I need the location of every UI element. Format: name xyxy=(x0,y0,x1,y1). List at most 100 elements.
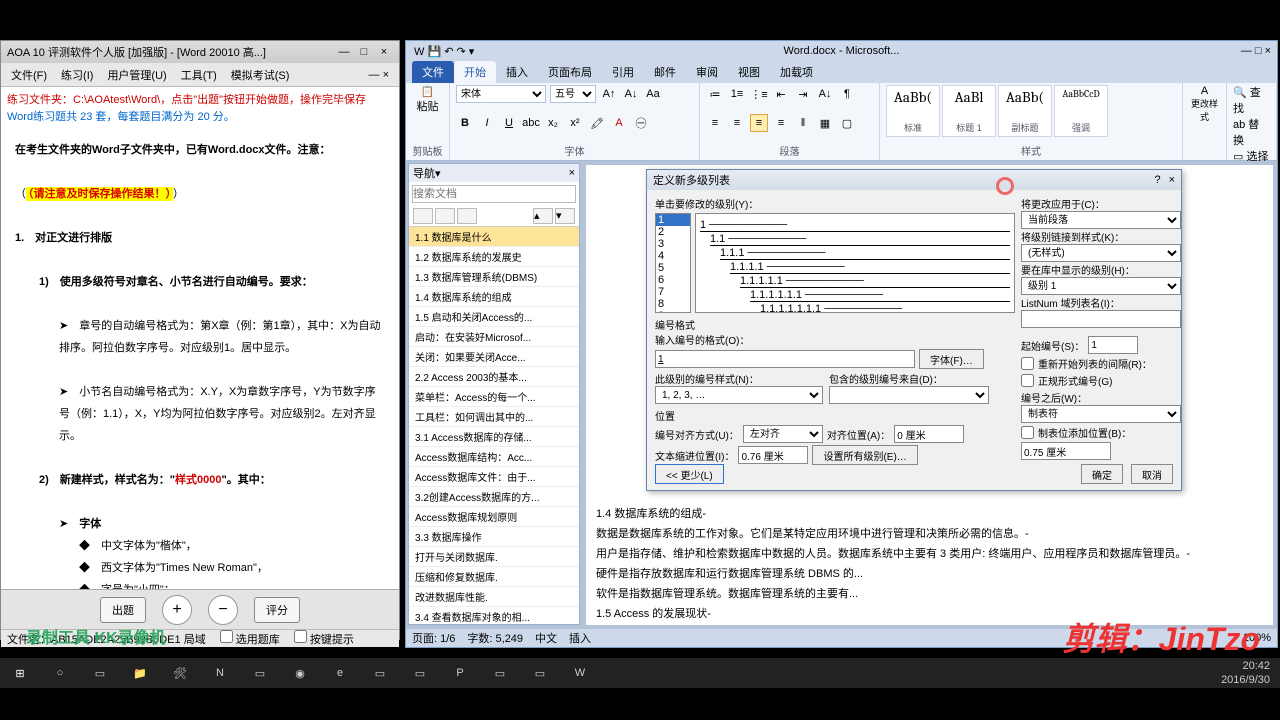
bold-button[interactable]: B xyxy=(456,114,474,132)
legal-numbering-checkbox[interactable] xyxy=(1021,374,1034,387)
nav-results-view-icon[interactable] xyxy=(457,208,477,224)
menu-practice[interactable]: 练习(I) xyxy=(55,65,99,85)
nav-down-icon[interactable]: ▾ xyxy=(555,208,575,224)
nav-headings-view-icon[interactable] xyxy=(413,208,433,224)
underline-button[interactable]: U xyxy=(500,114,518,132)
minimize-icon[interactable]: — xyxy=(335,46,353,58)
menu-tools[interactable]: 工具(T) xyxy=(175,65,223,85)
align-select[interactable]: 左对齐 xyxy=(743,425,823,443)
restart-checkbox[interactable] xyxy=(1021,357,1034,370)
tab-file[interactable]: 文件 xyxy=(412,61,454,83)
nav-item[interactable]: 1.4 数据库系统的组成 xyxy=(409,287,579,307)
show-marks-icon[interactable]: ¶ xyxy=(838,85,856,103)
use-bank-checkbox[interactable] xyxy=(220,630,233,643)
nav-item[interactable]: 菜单栏：Access的每一个... xyxy=(409,387,579,407)
tab-stop-checkbox[interactable] xyxy=(1021,426,1034,439)
question-button[interactable]: 出题 xyxy=(100,597,146,623)
nav-pages-view-icon[interactable] xyxy=(435,208,455,224)
superscript-button[interactable]: x² xyxy=(566,114,584,132)
app5-icon[interactable]: ▭ xyxy=(480,658,520,688)
tab-addins[interactable]: 加载项 xyxy=(770,61,823,83)
tab-layout[interactable]: 页面布局 xyxy=(538,61,602,83)
nav-item[interactable]: 1.5 启动和关闭Access的... xyxy=(409,307,579,327)
change-case-icon[interactable]: Aa xyxy=(644,85,662,103)
nav-item[interactable]: Access数据库结构：Acc... xyxy=(409,447,579,467)
nav-item[interactable]: 1.2 数据库系统的发展史 xyxy=(409,247,579,267)
taskview-icon[interactable]: ▭ xyxy=(80,658,120,688)
score-button[interactable]: 评分 xyxy=(254,597,300,623)
tab-insert[interactable]: 插入 xyxy=(496,61,538,83)
help-icon[interactable]: ? xyxy=(1154,174,1160,186)
explorer-icon[interactable]: 📁 xyxy=(120,658,160,688)
nav-item[interactable]: 改进数据库性能. xyxy=(409,587,579,607)
level-option[interactable]: 7 xyxy=(656,286,690,298)
shrink-font-icon[interactable]: A↓ xyxy=(622,85,640,103)
strike-button[interactable]: abc xyxy=(522,114,540,132)
minimize-icon[interactable]: — xyxy=(1241,45,1252,57)
subscript-button[interactable]: x₂ xyxy=(544,114,562,132)
cancel-button[interactable]: 取消 xyxy=(1131,464,1173,484)
word-taskbar-icon[interactable]: W xyxy=(560,658,600,688)
apply-to-select[interactable]: 当前段落 xyxy=(1021,211,1181,229)
nav-item[interactable]: 3.1 Access数据库的存储... xyxy=(409,427,579,447)
level-option[interactable]: 5 xyxy=(656,262,690,274)
numbering-icon[interactable]: 1≡ xyxy=(728,85,746,103)
ok-button[interactable]: 确定 xyxy=(1081,464,1123,484)
nav-item[interactable]: 工具栏：如何调出其中的... xyxy=(409,407,579,427)
nav-item[interactable]: 3.2创建Access数据库的方... xyxy=(409,487,579,507)
dialog-close-icon[interactable]: × xyxy=(1169,174,1175,186)
nav-item[interactable]: 1.3 数据库管理系统(DBMS) xyxy=(409,267,579,287)
align-justify-icon[interactable]: ≡ xyxy=(772,114,790,132)
edge-icon[interactable]: e xyxy=(320,658,360,688)
text-indent-input[interactable] xyxy=(738,446,808,464)
style-标题 1[interactable]: AaBl标题 1 xyxy=(942,85,996,137)
align-right-icon[interactable]: ≡ xyxy=(750,114,768,132)
nav-item[interactable]: 3.4 查看数据库对象的相... xyxy=(409,607,579,624)
indent-inc-icon[interactable]: ⇥ xyxy=(794,85,812,103)
bullets-icon[interactable]: ≔ xyxy=(706,85,724,103)
tab-home[interactable]: 开始 xyxy=(454,61,496,83)
menu-mock[interactable]: 模拟考试(S) xyxy=(225,65,296,85)
highlight-button[interactable]: 🖍 xyxy=(588,114,606,132)
follow-select[interactable]: 制表符 xyxy=(1021,405,1181,423)
number-style-select[interactable]: 1, 2, 3, … xyxy=(655,386,823,404)
zoom-out-button[interactable]: − xyxy=(208,595,238,625)
mdi-close-icon[interactable]: — × xyxy=(363,67,395,83)
align-left-icon[interactable]: ≡ xyxy=(706,114,724,132)
nav-item[interactable]: Access数据库文件：由于... xyxy=(409,467,579,487)
menu-user[interactable]: 用户管理(U) xyxy=(101,65,172,85)
nav-item[interactable]: 压缩和修复数据库. xyxy=(409,567,579,587)
system-clock[interactable]: 20:422016/9/30 xyxy=(1211,659,1280,687)
level-option[interactable]: 9 xyxy=(656,310,690,313)
char-border-icon[interactable]: ㊀ xyxy=(632,114,650,132)
grow-font-icon[interactable]: A↑ xyxy=(600,85,618,103)
shading-icon[interactable]: ▦ xyxy=(816,114,834,132)
tab-references[interactable]: 引用 xyxy=(602,61,644,83)
line-spacing-icon[interactable]: ‖ xyxy=(794,114,812,132)
app2-icon[interactable]: ▭ xyxy=(240,658,280,688)
close-icon[interactable]: × xyxy=(1265,45,1271,57)
nav-item[interactable]: 关闭：如果要关闭Acce... xyxy=(409,347,579,367)
include-level-select[interactable] xyxy=(829,386,989,404)
tab-mail[interactable]: 邮件 xyxy=(644,61,686,83)
onenote-icon[interactable]: N xyxy=(200,658,240,688)
powerpoint-icon[interactable]: P xyxy=(440,658,480,688)
paste-button[interactable]: 📋粘贴 xyxy=(412,85,443,114)
nav-item[interactable]: 打开与关闭数据库. xyxy=(409,547,579,567)
align-center-icon[interactable]: ≡ xyxy=(728,114,746,132)
show-level-select[interactable]: 级别 1 xyxy=(1021,277,1181,295)
level-option[interactable]: 8 xyxy=(656,298,690,310)
level-option[interactable]: 6 xyxy=(656,274,690,286)
replace-button[interactable]: ab 替换 xyxy=(1233,117,1270,149)
tab-stop-input[interactable] xyxy=(1021,442,1111,460)
nav-close-icon[interactable]: × xyxy=(569,167,575,179)
nav-item[interactable]: 1.1 数据库是什么 xyxy=(409,227,579,247)
change-styles-button[interactable]: A更改样式 xyxy=(1189,85,1220,123)
app6-icon[interactable]: ▭ xyxy=(520,658,560,688)
multilevel-icon[interactable]: ⋮≡ xyxy=(750,85,768,103)
tab-review[interactable]: 审阅 xyxy=(686,61,728,83)
level-option[interactable]: 2 xyxy=(656,226,690,238)
level-option[interactable]: 4 xyxy=(656,250,690,262)
nav-item[interactable]: 启动：在安装好Microsof... xyxy=(409,327,579,347)
font-size-select[interactable]: 五号 xyxy=(550,85,596,103)
